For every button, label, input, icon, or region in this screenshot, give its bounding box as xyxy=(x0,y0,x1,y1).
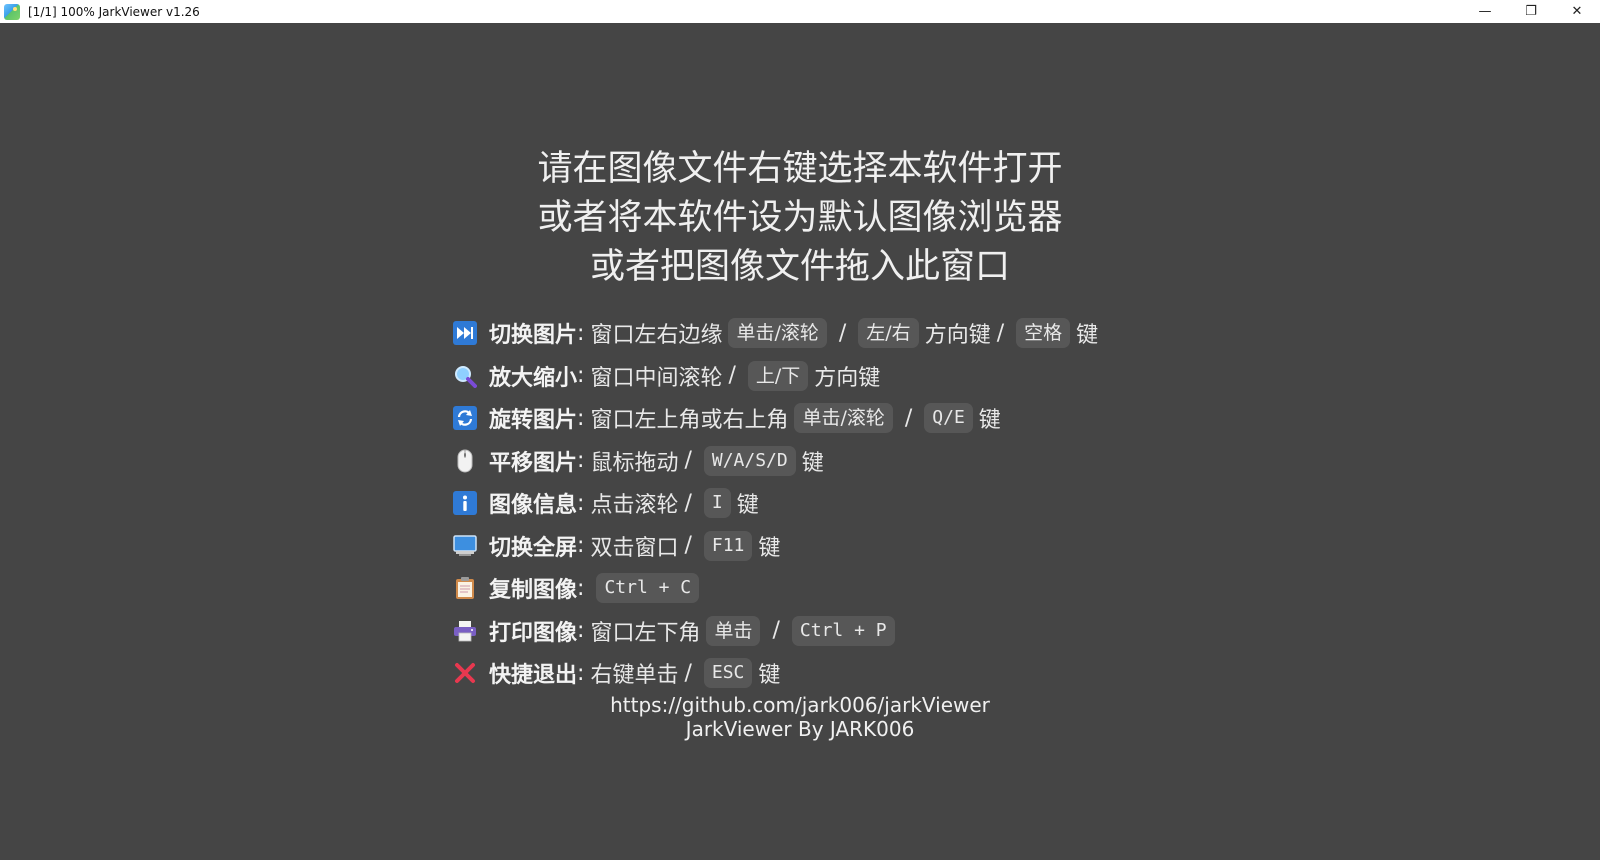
rotate-icon xyxy=(453,406,477,431)
separator: / xyxy=(996,320,1005,346)
shortcut-suffix: 键 xyxy=(758,663,781,689)
separator: / xyxy=(904,405,913,431)
close-x-icon xyxy=(453,661,477,685)
key-badge: ESC xyxy=(703,658,753,689)
shortcut-row-fullscreen: 切换全屏: 双击窗口 / F11 键 xyxy=(453,525,1098,568)
key-badge: 单击 xyxy=(706,615,761,646)
app-icon xyxy=(4,3,20,20)
shortcut-desc: 右键单击 xyxy=(590,663,679,689)
key-badge: I xyxy=(703,488,731,519)
window-title: [1/1] 100% JarkViewer v1.26 xyxy=(28,4,200,19)
colon: : xyxy=(577,575,585,601)
key-badge: 上/下 xyxy=(747,360,809,391)
separator: / xyxy=(684,533,692,559)
shortcut-label: 复制图像 xyxy=(489,578,578,604)
shortcut-desc: 鼠标拖动 xyxy=(590,450,679,476)
shortcut-label: 切换全屏 xyxy=(489,535,578,561)
shortcut-desc: 窗口中间滚轮 xyxy=(590,365,723,391)
shortcut-suffix: 键 xyxy=(736,493,759,519)
magnifier-icon xyxy=(453,364,477,388)
mouse-icon xyxy=(453,449,477,473)
colon: : xyxy=(577,363,585,389)
key-badge: 左/右 xyxy=(858,318,919,349)
shortcut-label: 快捷退出 xyxy=(489,663,578,689)
colon: : xyxy=(577,660,585,686)
key-badge: F11 xyxy=(703,530,753,561)
separator: / xyxy=(684,490,692,516)
shortcut-row-print: 打印图像: 窗口左下角 单击 / Ctrl + P xyxy=(453,610,1098,653)
key-badge: Ctrl + P xyxy=(791,615,895,646)
separator: / xyxy=(838,320,847,346)
headline-line: 或者把图像文件拖入此窗口 xyxy=(589,247,1010,287)
shortcut-row-quit: 快捷退出: 右键单击 / ESC 键 xyxy=(453,652,1098,695)
colon: : xyxy=(577,448,585,474)
clipboard-icon xyxy=(453,576,477,600)
colon: : xyxy=(577,533,585,559)
key-badge: W/A/S/D xyxy=(703,445,796,476)
shortcut-row-info: 图像信息: 点击滚轮 / I 键 xyxy=(453,482,1098,525)
key-badge: 单击/滚轮 xyxy=(728,318,827,349)
github-link[interactable]: https://github.com/jark006/jarkViewer xyxy=(0,693,1600,717)
separator: / xyxy=(728,363,736,389)
close-button[interactable]: ✕ xyxy=(1554,0,1600,23)
image-viewport[interactable]: 请在图像文件右键选择本软件打开 或者将本软件设为默认图像浏览器 或者把图像文件拖… xyxy=(0,23,1600,860)
credit-text: JarkViewer By JARK006 xyxy=(685,717,915,741)
info-icon xyxy=(453,491,477,516)
restore-button[interactable]: ❐ xyxy=(1508,0,1554,23)
key-badge: 空格 xyxy=(1016,318,1071,349)
printer-icon xyxy=(453,619,477,643)
shortcut-suffix: 键 xyxy=(758,535,781,561)
title-bar: [1/1] 100% JarkViewer v1.26 — ❐ ✕ xyxy=(0,0,1600,23)
shortcut-row-switch-image: 切换图片: 窗口左右边缘 单击/滚轮 / 左/右 方向键 / 空格 键 xyxy=(453,312,1098,355)
shortcut-label: 平移图片 xyxy=(489,450,578,476)
shortcut-desc: 点击滚轮 xyxy=(590,493,679,519)
shortcut-row-rotate: 旋转图片: 窗口左上角或右上角 单击/滚轮 / Q/E 键 xyxy=(453,397,1098,440)
footer: https://github.com/jark006/jarkViewer Ja… xyxy=(0,693,1600,741)
shortcut-label: 图像信息 xyxy=(489,493,578,519)
separator: / xyxy=(684,448,692,474)
key-badge: 单击/滚轮 xyxy=(794,403,893,434)
shortcut-label: 放大缩小 xyxy=(489,365,578,391)
headline-line: 请在图像文件右键选择本软件打开 xyxy=(537,149,1063,189)
colon: : xyxy=(577,405,585,431)
monitor-icon xyxy=(453,534,477,558)
shortcut-row-zoom: 放大缩小: 窗口中间滚轮 / 上/下 方向键 xyxy=(453,355,1098,398)
shortcut-desc: 窗口左右边缘 xyxy=(590,323,723,349)
shortcut-row-copy: 复制图像: Ctrl + C xyxy=(453,567,1098,610)
shortcut-desc: 双击窗口 xyxy=(590,535,679,561)
headline-line: 或者将本软件设为默认图像浏览器 xyxy=(537,198,1063,238)
shortcut-suffix: 键 xyxy=(1076,323,1099,349)
window-controls: — ❐ ✕ xyxy=(1462,0,1600,23)
shortcut-row-pan: 平移图片: 鼠标拖动 / W/A/S/D 键 xyxy=(453,440,1098,483)
shortcut-list: 切换图片: 窗口左右边缘 单击/滚轮 / 左/右 方向键 / 空格 键 放大缩小… xyxy=(453,312,1098,695)
shortcut-after: 方向键 xyxy=(924,323,991,349)
separator: / xyxy=(772,618,780,644)
shortcut-label: 旋转图片 xyxy=(489,408,578,434)
shortcut-suffix: 方向键 xyxy=(814,365,881,391)
separator: / xyxy=(684,660,692,686)
key-badge: Ctrl + C xyxy=(596,573,700,604)
colon: : xyxy=(577,490,585,516)
shortcut-suffix: 键 xyxy=(978,408,1001,434)
colon: : xyxy=(577,320,585,346)
shortcut-suffix: 键 xyxy=(801,450,824,476)
shortcut-label: 切换图片 xyxy=(489,323,578,349)
shortcut-desc: 窗口左上角或右上角 xyxy=(590,408,789,434)
minimize-button[interactable]: — xyxy=(1462,0,1508,23)
key-badge: Q/E xyxy=(924,403,973,434)
colon: : xyxy=(577,618,585,644)
next-track-icon xyxy=(453,321,477,346)
welcome-headline: 请在图像文件右键选择本软件打开 或者将本软件设为默认图像浏览器 或者把图像文件拖… xyxy=(0,145,1600,292)
shortcut-desc: 窗口左下角 xyxy=(590,620,701,646)
shortcut-label: 打印图像 xyxy=(489,620,578,646)
